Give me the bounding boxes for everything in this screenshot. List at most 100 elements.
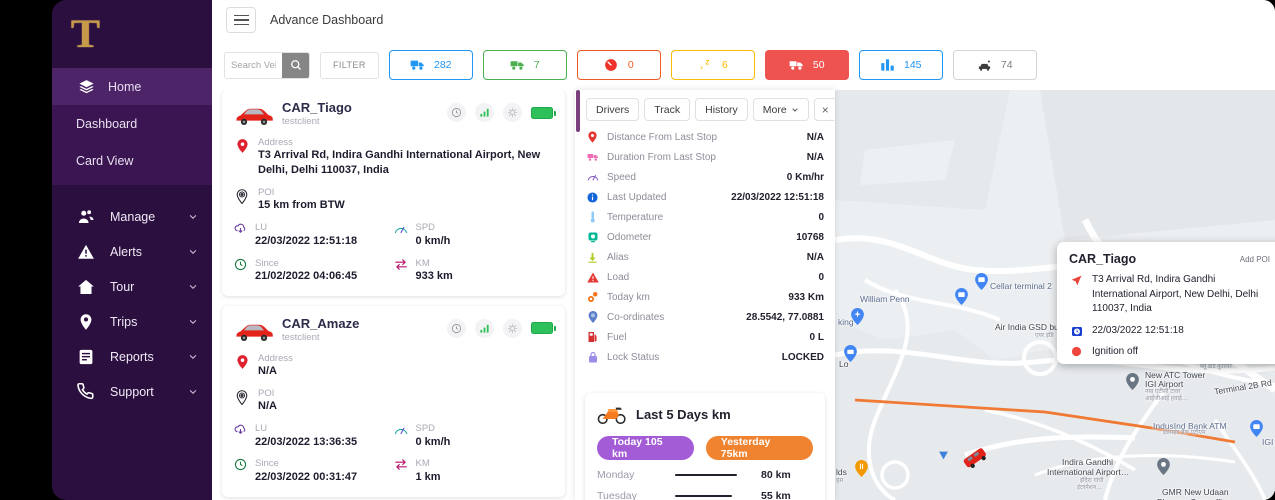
home-icon [76,277,96,297]
document-icon [76,347,96,367]
day-km: 80 km [761,469,791,481]
detail-value: 10768 [796,231,824,243]
badge-idle[interactable]: Z z 6 [670,50,755,80]
badge-statistics[interactable]: 145 [858,50,943,80]
tab-drivers[interactable]: Drivers [586,98,640,121]
search-button[interactable] [282,52,309,78]
pill-today[interactable]: Today 105 km [597,436,694,460]
day-row-tuesday: Tuesday 55 km [597,490,813,500]
vehicle-card-list[interactable]: CAR_Tiago testclient Address T3 Arrival … [212,90,575,500]
cellar-terminal-marker-icon[interactable] [975,273,988,290]
close-details-button[interactable]: × [813,98,835,121]
clock-icon [234,458,247,476]
km-value: 1 km [415,470,441,483]
signal-status-icon[interactable] [475,318,494,338]
battery-status-icon[interactable] [531,322,556,335]
igi-airport-marker-icon[interactable] [1157,458,1170,475]
shop-marker-icon[interactable] [955,288,968,305]
pill-yesterday[interactable]: Yesterday 75km [705,436,813,460]
app-root: T Home Dashboard Card View Manage Alerts… [0,0,1275,500]
download-icon [586,252,599,263]
day-km: 55 km [761,490,791,500]
map-view[interactable]: king William Penn Cellar terminal 2 Air … [835,90,1275,500]
details-scrollbar[interactable] [576,90,580,132]
odometer-icon [586,231,599,243]
distance-arrows-icon [394,458,408,476]
last-5-days-card: Last 5 Days km Today 105 km Yesterday 75… [585,393,825,500]
tab-more[interactable]: More [752,98,809,121]
detail-value: 0 L [809,331,824,343]
km-value: 933 km [415,269,453,282]
indusind-atm-marker-icon[interactable] [1250,420,1263,437]
lu-value: 22/03/2022 12:51:18 [255,234,358,247]
brand-logo[interactable]: T [52,0,212,68]
signal-status-icon[interactable] [475,103,494,122]
vehicle-card[interactable]: CAR_Tiago testclient Address T3 Arrival … [222,90,565,296]
map-vehicle-popup[interactable]: CAR_Tiago Add POI × T3 Arrival Rd, Indir… [1057,242,1275,364]
last-5-days-title: Last 5 Days km [636,406,731,422]
map-label: lds [836,467,847,477]
sidebar-item-home[interactable]: Home [52,68,212,105]
add-poi-button[interactable]: Add POI [1240,255,1270,264]
detail-value: 0 [818,271,824,283]
blue-triangle-marker-icon[interactable] [938,450,949,461]
clock-icon [234,258,247,276]
badge-running[interactable]: 7 [482,50,567,80]
since-value: 21/02/2022 04:06:45 [255,269,358,282]
poi-target-icon [234,388,250,406]
search-input[interactable] [225,52,282,78]
satellite-status-icon[interactable] [503,103,522,122]
clock-status-icon[interactable] [447,103,466,122]
sidebar-item-support[interactable]: Support [52,374,212,409]
vehicle-name: CAR_Tiago [282,100,352,115]
mcdonalds-marker-icon[interactable] [855,460,868,477]
sidebar-item-label: Home [108,79,142,94]
svg-text:Z: Z [705,59,709,66]
airport-marker-icon[interactable] [851,308,864,325]
sidebar-item-manage[interactable]: Manage [52,199,212,234]
detail-value: 22/03/2022 12:51:18 [731,191,824,203]
sidebar-item-label: Alerts [110,244,142,259]
badge-total-vehicles[interactable]: 282 [388,50,473,80]
detail-row-odometer: Odometer 10768 [575,227,835,247]
atc-tower-marker-icon[interactable] [1126,373,1139,390]
popup-ignition: Ignition off [1092,346,1138,357]
battery-status-icon[interactable] [531,106,556,119]
thermometer-icon [586,211,599,223]
vehicle-card[interactable]: CAR_Amaze testclient Address N/A POI N/A… [222,305,565,497]
vehicle-name: CAR_Amaze [282,315,360,331]
chevron-down-icon [189,389,197,394]
map-label: Cellar terminal 2 [990,281,1052,291]
satellite-status-icon[interactable] [503,318,522,338]
sidebar-item-tour[interactable]: Tour [52,269,212,304]
vehicle-lu-spd-row: LU 22/03/2022 13:36:35 SPD 0 km/h [234,423,553,449]
badge-no-data[interactable]: 74 [952,50,1037,80]
sidebar-item-reports[interactable]: Reports [52,339,212,374]
address-value: T3 Arrival Rd, Indira Gandhi Internation… [258,149,541,177]
sidebar-item-dashboard[interactable]: Dashboard [52,105,212,142]
sidebar-item-trips[interactable]: Trips [52,304,212,339]
popup-time-row: 22/03/2022 12:51:18 [1069,324,1275,339]
sidebar-item-label: Tour [110,279,135,294]
tab-history[interactable]: History [695,98,748,121]
tab-more-label: More [762,103,787,116]
car-alert-icon [977,58,992,73]
day-bar [675,494,761,498]
detail-row-speed: Speed 0 Km/hr [575,167,835,187]
tab-track[interactable]: Track [644,98,691,121]
badge-overspeed[interactable]: 0 [576,50,661,80]
bag-marker-icon[interactable] [844,345,857,362]
badge-count: 7 [533,59,540,71]
sidebar-item-card-view[interactable]: Card View [52,142,212,179]
layers-icon [76,77,96,97]
sidebar-item-alerts[interactable]: Alerts [52,234,212,269]
vehicle-map-marker-icon[interactable] [961,447,989,469]
filter-button[interactable]: FILTER [320,51,379,79]
vehicle-address-row: Address N/A [234,353,553,379]
detail-row-last-updated: Last Updated 22/03/2022 12:51:18 [575,187,835,207]
clock-status-icon[interactable] [447,318,466,338]
poi-value: 15 km from BTW [258,199,345,212]
badge-stopped[interactable]: 50 [764,50,849,80]
vehicle-poi-row: POI 15 km from BTW [234,187,553,213]
hamburger-icon[interactable] [226,7,256,33]
